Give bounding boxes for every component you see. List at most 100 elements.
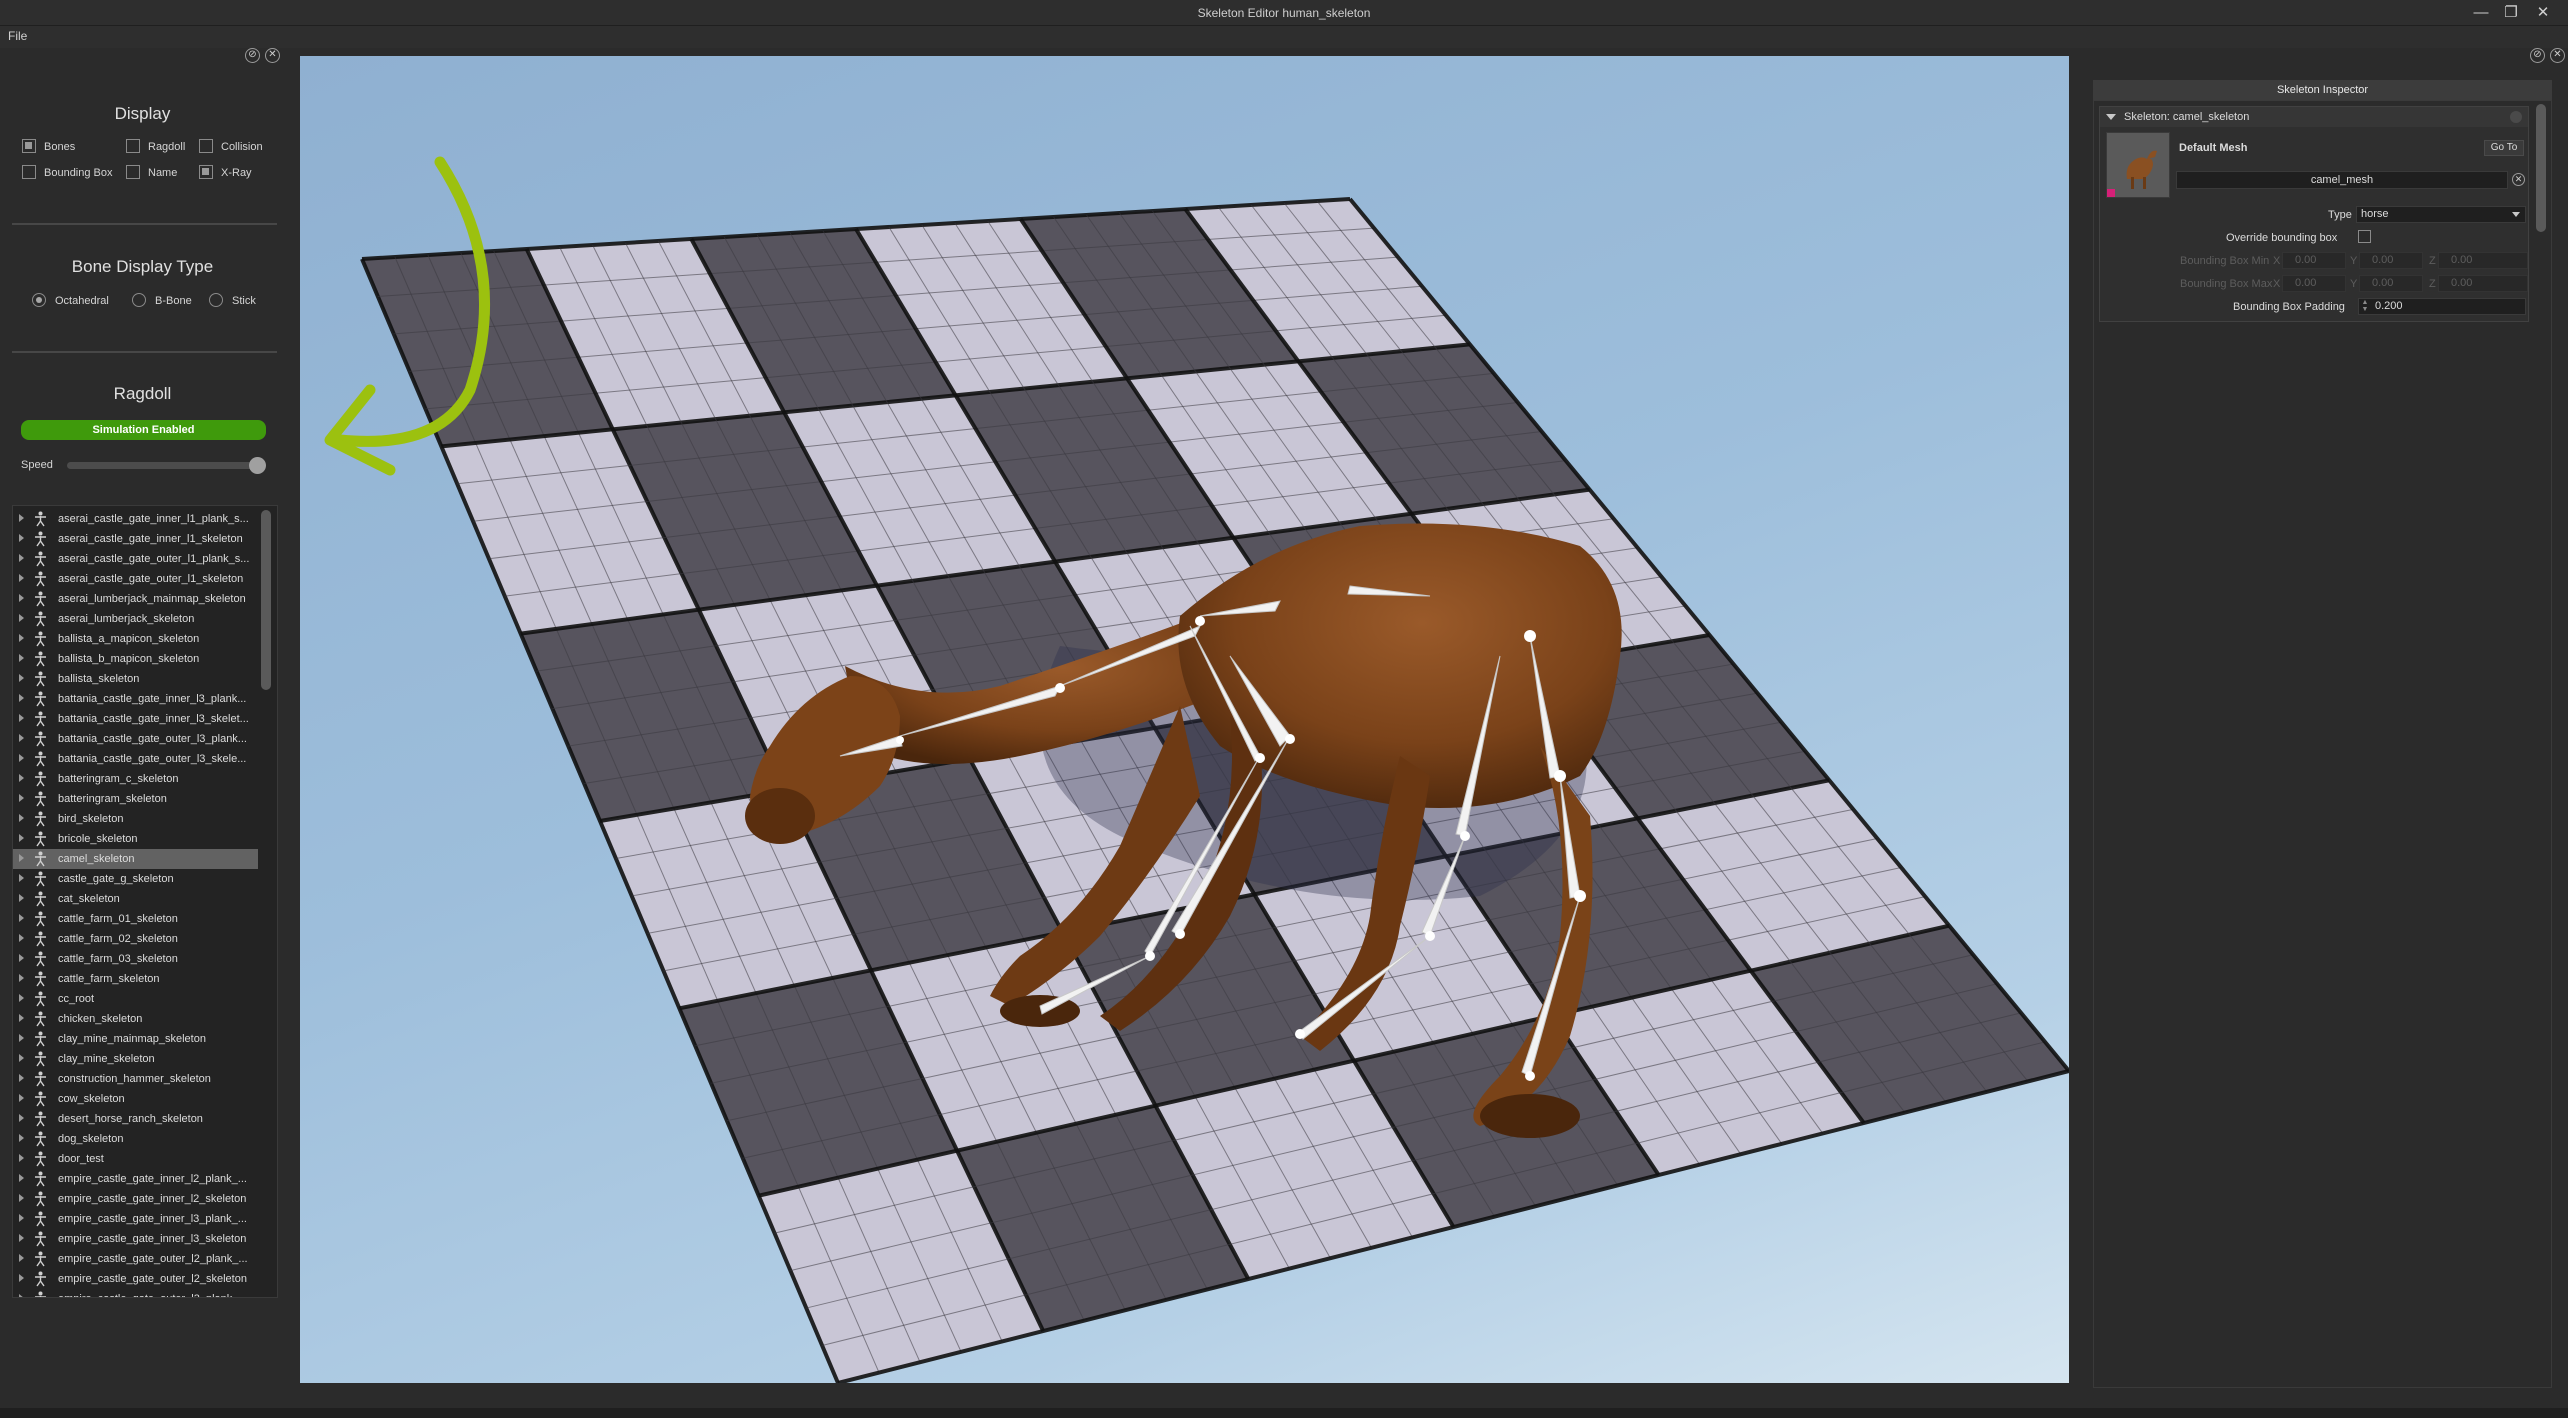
inspector-scrollbar[interactable] <box>2536 104 2546 232</box>
list-item[interactable]: cat_skeleton <box>13 889 258 909</box>
expand-arrow-icon[interactable] <box>19 1014 24 1022</box>
list-item[interactable]: ballista_a_mapicon_skeleton <box>13 629 258 649</box>
expand-arrow-icon[interactable] <box>19 854 24 862</box>
collapse-icon[interactable] <box>2106 114 2116 120</box>
list-item[interactable]: cow_skeleton <box>13 1089 258 1109</box>
menu-file[interactable]: File <box>8 29 27 43</box>
3d-viewport[interactable] <box>300 56 2069 1383</box>
expand-arrow-icon[interactable] <box>19 834 24 842</box>
goto-button[interactable]: Go To <box>2484 140 2524 156</box>
list-scrollbar[interactable] <box>261 510 271 690</box>
expand-arrow-icon[interactable] <box>19 814 24 822</box>
expand-arrow-icon[interactable] <box>19 554 24 562</box>
list-item[interactable]: aserai_castle_gate_inner_l1_plank_s... <box>13 509 258 529</box>
expand-arrow-icon[interactable] <box>19 534 24 542</box>
expand-arrow-icon[interactable] <box>19 674 24 682</box>
list-item[interactable]: clay_mine_skeleton <box>13 1049 258 1069</box>
list-item[interactable]: bird_skeleton <box>13 809 258 829</box>
list-item[interactable]: cattle_farm_01_skeleton <box>13 909 258 929</box>
speed-slider-handle[interactable] <box>249 457 266 474</box>
list-item[interactable]: empire_castle_gate_outer_l3_plank_... <box>13 1289 258 1297</box>
list-item[interactable]: chicken_skeleton <box>13 1009 258 1029</box>
expand-arrow-icon[interactable] <box>19 514 24 522</box>
collision-checkbox[interactable] <box>199 139 213 153</box>
expand-arrow-icon[interactable] <box>19 1154 24 1162</box>
list-item[interactable]: battania_castle_gate_inner_l3_plank... <box>13 689 258 709</box>
list-item[interactable]: aserai_castle_gate_outer_l1_plank_s... <box>13 549 258 569</box>
list-item[interactable]: ballista_b_mapicon_skeleton <box>13 649 258 669</box>
expand-arrow-icon[interactable] <box>19 614 24 622</box>
list-item[interactable]: clay_mine_mainmap_skeleton <box>13 1029 258 1049</box>
name-checkbox[interactable] <box>126 165 140 179</box>
expand-arrow-icon[interactable] <box>19 1254 24 1262</box>
list-item[interactable]: battania_castle_gate_inner_l3_skelet... <box>13 709 258 729</box>
bbone-radio[interactable] <box>132 293 146 307</box>
list-item[interactable]: empire_castle_gate_inner_l3_plank_... <box>13 1209 258 1229</box>
list-item[interactable]: cattle_farm_03_skeleton <box>13 949 258 969</box>
expand-arrow-icon[interactable] <box>19 1094 24 1102</box>
octahedral-radio[interactable] <box>32 293 46 307</box>
expand-arrow-icon[interactable] <box>19 934 24 942</box>
panel-close-icon[interactable]: ✕ <box>265 48 280 63</box>
xray-checkbox[interactable] <box>199 165 213 179</box>
list-item[interactable]: cattle_farm_skeleton <box>13 969 258 989</box>
list-item[interactable]: cc_root <box>13 989 258 1009</box>
list-item[interactable]: aserai_lumberjack_skeleton <box>13 609 258 629</box>
expand-arrow-icon[interactable] <box>19 874 24 882</box>
expand-arrow-icon[interactable] <box>19 594 24 602</box>
expand-arrow-icon[interactable] <box>19 1054 24 1062</box>
expand-arrow-icon[interactable] <box>19 1294 24 1297</box>
list-item[interactable]: batteringram_skeleton <box>13 789 258 809</box>
list-item[interactable]: aserai_castle_gate_outer_l1_skeleton <box>13 569 258 589</box>
skeleton-section-header[interactable]: Skeleton: camel_skeleton <box>2100 107 2528 127</box>
expand-arrow-icon[interactable] <box>19 654 24 662</box>
list-item[interactable]: batteringram_c_skeleton <box>13 769 258 789</box>
list-item[interactable]: bricole_skeleton <box>13 829 258 849</box>
expand-arrow-icon[interactable] <box>19 1234 24 1242</box>
clear-mesh-icon[interactable]: ✕ <box>2512 173 2525 186</box>
bbox-padding-field[interactable]: ▲ ▼ 0.200 <box>2358 298 2526 315</box>
expand-arrow-icon[interactable] <box>19 914 24 922</box>
list-item[interactable]: dog_skeleton <box>13 1129 258 1149</box>
list-item[interactable]: cattle_farm_02_skeleton <box>13 929 258 949</box>
stick-radio[interactable] <box>209 293 223 307</box>
list-item[interactable]: aserai_castle_gate_inner_l1_skeleton <box>13 529 258 549</box>
maximize-icon[interactable]: ❐ <box>2500 3 2522 23</box>
expand-arrow-icon[interactable] <box>19 754 24 762</box>
list-item[interactable]: battania_castle_gate_outer_l3_plank... <box>13 729 258 749</box>
override-bbox-checkbox[interactable] <box>2358 230 2371 243</box>
expand-arrow-icon[interactable] <box>19 1174 24 1182</box>
list-item[interactable]: ballista_skeleton <box>13 669 258 689</box>
list-item[interactable]: empire_castle_gate_inner_l2_skeleton <box>13 1189 258 1209</box>
expand-arrow-icon[interactable] <box>19 774 24 782</box>
expand-arrow-icon[interactable] <box>19 1214 24 1222</box>
list-item[interactable]: desert_horse_ranch_skeleton <box>13 1109 258 1129</box>
bounding-box-checkbox[interactable] <box>22 165 36 179</box>
expand-arrow-icon[interactable] <box>19 1274 24 1282</box>
list-item[interactable]: battania_castle_gate_outer_l3_skele... <box>13 749 258 769</box>
list-item[interactable]: construction_hammer_skeleton <box>13 1069 258 1089</box>
expand-arrow-icon[interactable] <box>19 1194 24 1202</box>
expand-arrow-icon[interactable] <box>19 794 24 802</box>
list-item[interactable]: camel_skeleton <box>13 849 258 869</box>
section-options-icon[interactable] <box>2510 111 2522 123</box>
expand-arrow-icon[interactable] <box>19 954 24 962</box>
expand-arrow-icon[interactable] <box>19 1034 24 1042</box>
list-item[interactable]: empire_castle_gate_outer_l2_skeleton <box>13 1269 258 1289</box>
expand-arrow-icon[interactable] <box>19 734 24 742</box>
close-window-icon[interactable]: ✕ <box>2532 3 2554 23</box>
list-item[interactable]: castle_gate_g_skeleton <box>13 869 258 889</box>
ragdoll-checkbox[interactable] <box>126 139 140 153</box>
bones-checkbox[interactable] <box>22 139 36 153</box>
expand-arrow-icon[interactable] <box>19 974 24 982</box>
panel-close-icon[interactable]: ✕ <box>2550 48 2565 63</box>
minimize-icon[interactable]: — <box>2470 3 2492 23</box>
simulation-enabled-button[interactable]: Simulation Enabled <box>21 420 266 440</box>
panel-options-icon[interactable]: ⊘ <box>245 48 260 63</box>
expand-arrow-icon[interactable] <box>19 694 24 702</box>
panel-options-icon[interactable]: ⊘ <box>2530 48 2545 63</box>
list-item[interactable]: aserai_lumberjack_mainmap_skeleton <box>13 589 258 609</box>
expand-arrow-icon[interactable] <box>19 574 24 582</box>
expand-arrow-icon[interactable] <box>19 894 24 902</box>
speed-slider[interactable] <box>67 462 260 469</box>
